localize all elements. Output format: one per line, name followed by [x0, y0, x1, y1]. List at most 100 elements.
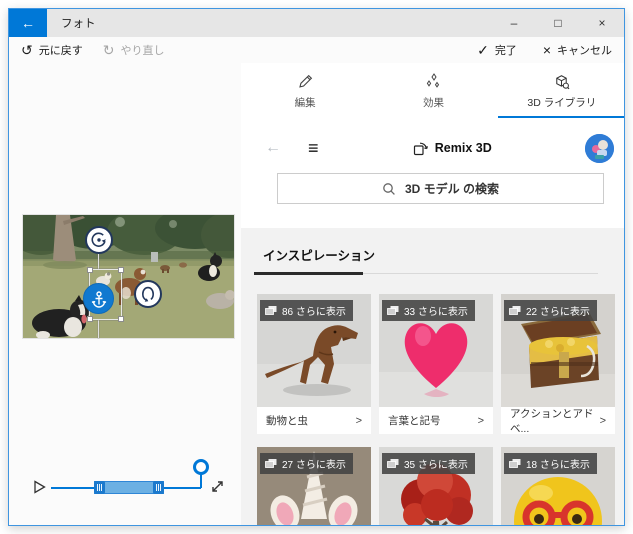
- more-count-label: 33 さらに表示: [404, 307, 468, 318]
- more-badge: 27 さらに表示: [260, 453, 353, 474]
- card-label-row[interactable]: 動物と虫 >: [257, 407, 371, 434]
- card-label: 動物と虫: [266, 415, 308, 427]
- tab-3d-library-label: 3D ライブラリ: [527, 97, 597, 109]
- category-card-adventure[interactable]: 22 さらに表示 アクションとアドベ... >: [501, 294, 615, 435]
- undo-icon: ↺: [21, 42, 33, 58]
- remix-header: ← ≡ Remix 3D: [241, 132, 624, 164]
- undo-button[interactable]: ↺ 元に戻す: [21, 42, 83, 58]
- category-card-nature[interactable]: 35 さらに表示: [379, 447, 493, 525]
- models-stack-icon: [509, 306, 521, 315]
- close-icon: ×: [542, 42, 551, 58]
- range-start-grip[interactable]: [94, 481, 105, 494]
- models-stack-icon: [509, 459, 521, 468]
- tab-edit-label: 編集: [294, 97, 316, 109]
- pencil-icon: [298, 74, 312, 88]
- card-grid: 86 さらに表示 動物と虫 > 33 さらに表示 言葉と記号 > 22 さらに表…: [257, 294, 615, 525]
- check-icon: ✓: [477, 42, 489, 58]
- rotate-connector-line: [98, 254, 99, 269]
- category-card-fantasy[interactable]: 27 さらに表示: [257, 447, 371, 525]
- close-button[interactable]: ×: [580, 9, 624, 37]
- bottom-connector-line: [98, 320, 99, 338]
- park-dogs-photo: [9, 207, 257, 339]
- resize-handle-top-right[interactable]: [118, 267, 124, 273]
- done-label: 完了: [494, 45, 517, 57]
- tab-edit[interactable]: 編集: [241, 63, 369, 118]
- user-avatar[interactable]: [585, 133, 614, 163]
- range-end-grip[interactable]: [153, 481, 164, 494]
- rotate-y-icon: [141, 286, 155, 302]
- timeline-range[interactable]: [94, 481, 164, 494]
- maximize-button[interactable]: □: [536, 9, 580, 37]
- redo-button[interactable]: ↻ やり直し: [103, 42, 165, 58]
- undo-label: 元に戻す: [38, 45, 83, 57]
- mode-tabs: 編集 効果 3D ライブラリ: [241, 63, 624, 118]
- models-stack-icon: [265, 459, 277, 468]
- rotate-y-control[interactable]: [134, 280, 162, 308]
- more-count-label: 27 さらに表示: [282, 460, 346, 471]
- redo-label: やり直し: [120, 45, 165, 57]
- redo-icon: ↻: [102, 42, 115, 58]
- done-button[interactable]: ✓ 完了: [477, 42, 517, 58]
- anchor-icon: [91, 290, 106, 308]
- back-button[interactable]: ←: [9, 9, 47, 37]
- rotate-z-icon: [91, 232, 106, 247]
- marker-stem: [200, 473, 202, 488]
- inspiration-heading: インスピレーション: [263, 249, 376, 263]
- more-badge: 33 さらに表示: [382, 300, 475, 321]
- cancel-button[interactable]: × キャンセル: [543, 42, 612, 58]
- more-badge: 22 さらに表示: [504, 300, 597, 321]
- more-count-label: 35 さらに表示: [404, 460, 468, 471]
- models-stack-icon: [387, 459, 399, 468]
- sparkles-icon: [426, 73, 440, 88]
- resize-handle-bottom-left[interactable]: [87, 316, 93, 322]
- models-stack-icon: [265, 306, 277, 315]
- card-label: アクションとアドベ...: [510, 407, 594, 435]
- category-card-symbols[interactable]: 33 さらに表示 言葉と記号 >: [379, 294, 493, 434]
- edit-toolbar: ↺ 元に戻す ↻ やり直し ✓ 完了 × キャンセル: [9, 37, 624, 63]
- card-label-row[interactable]: 言葉と記号 >: [379, 407, 493, 434]
- category-scrollbar[interactable]: [254, 272, 598, 275]
- inspiration-section: インスピレーション 86 さらに表示 動物と虫 > 33 さらに表示 言葉と記号…: [241, 228, 624, 525]
- anchor-control[interactable]: [83, 283, 114, 314]
- play-button[interactable]: [33, 480, 47, 494]
- more-count-label: 18 さらに表示: [526, 460, 590, 471]
- minimize-button[interactable]: –: [492, 9, 536, 37]
- 3d-model-search-input[interactable]: 3D モデル の検索: [277, 173, 604, 204]
- library-panel: 編集 効果 3D ライブラリ ← ≡ Remix 3D 3D モデル の検索 イ…: [241, 63, 624, 525]
- resize-handle-top-left[interactable]: [87, 267, 93, 273]
- remix-3d-logo-icon: [413, 142, 428, 155]
- more-count-label: 86 さらに表示: [282, 307, 346, 318]
- photo-canvas[interactable]: [9, 207, 257, 339]
- cancel-label: キャンセル: [557, 45, 612, 57]
- 3d-cube-search-icon: [556, 75, 570, 90]
- more-count-label: 22 さらに表示: [526, 307, 590, 318]
- back-icon: ←: [21, 15, 35, 31]
- menu-icon[interactable]: ≡: [308, 138, 319, 159]
- rotate-z-control[interactable]: [85, 226, 113, 254]
- resize-handle-bottom-right[interactable]: [118, 316, 124, 322]
- photos-app-window: ← フォト – □ × ↺ 元に戻す ↻ やり直し ✓ 完了 × キャンセル 編…: [8, 8, 625, 526]
- chevron-right-icon: >: [599, 414, 606, 427]
- card-label: 言葉と記号: [388, 415, 441, 427]
- search-icon: [383, 182, 395, 195]
- search-placeholder: 3D モデル の検索: [404, 182, 499, 196]
- app-title: フォト: [61, 18, 96, 30]
- titlebar: ← フォト – □ ×: [9, 9, 624, 37]
- models-stack-icon: [387, 306, 399, 315]
- tab-effects-label: 効果: [422, 97, 444, 109]
- timeline-marker[interactable]: [193, 459, 209, 475]
- remix-title: Remix 3D: [434, 141, 492, 155]
- more-badge: 18 さらに表示: [504, 453, 597, 474]
- remix-back-icon[interactable]: ←: [265, 139, 281, 157]
- expand-icon[interactable]: [210, 479, 225, 494]
- card-label-row[interactable]: アクションとアドベ... >: [501, 407, 615, 435]
- avatar-image: [585, 133, 614, 163]
- tab-3d-library[interactable]: 3D ライブラリ: [497, 63, 624, 118]
- category-card-emoji[interactable]: 18 さらに表示: [501, 447, 615, 525]
- more-badge: 86 さらに表示: [260, 300, 353, 321]
- chevron-right-icon: >: [355, 414, 362, 427]
- more-badge: 35 さらに表示: [382, 453, 475, 474]
- tab-effects[interactable]: 効果: [369, 63, 497, 118]
- category-card-animals[interactable]: 86 さらに表示 動物と虫 >: [257, 294, 371, 434]
- chevron-right-icon: >: [477, 414, 484, 427]
